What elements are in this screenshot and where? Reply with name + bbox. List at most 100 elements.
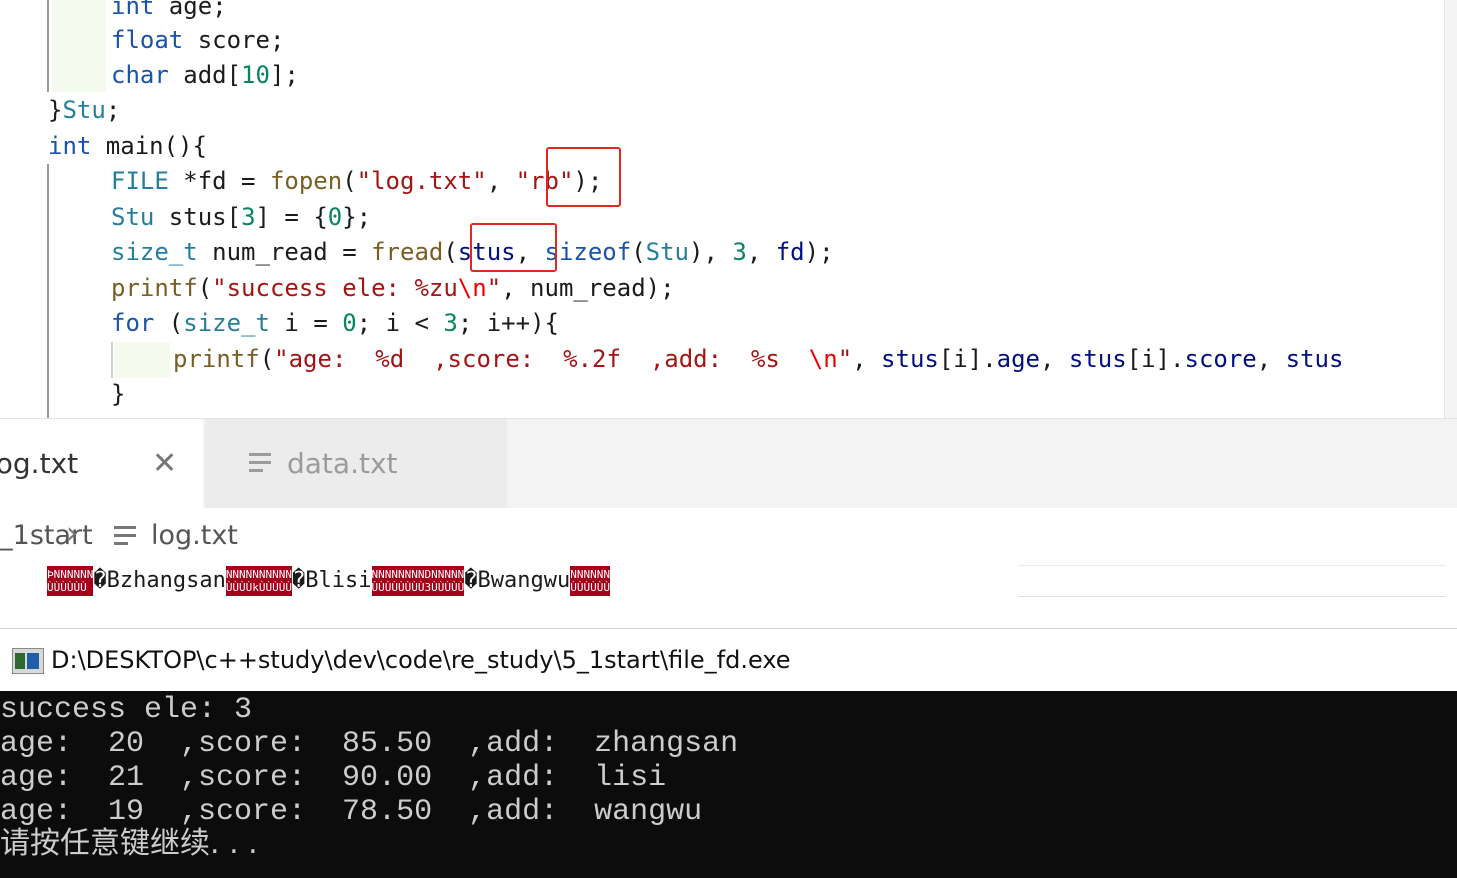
code-token: , num_read);: [501, 274, 675, 302]
code-token: (: [154, 309, 184, 337]
code-token: *fd =: [168, 167, 270, 195]
code-token: (: [443, 238, 458, 266]
divider: [1018, 596, 1446, 597]
code-token: ,: [1256, 345, 1286, 373]
code-token: 3: [241, 203, 256, 231]
close-icon[interactable]: ✕: [152, 419, 177, 509]
code-line: printf("success ele: %zu\n", num_read);: [111, 270, 675, 306]
code-line: float score;: [111, 22, 284, 58]
console-app-icon: [12, 648, 44, 674]
raw-text-segment: �Blisi: [292, 568, 372, 593]
code-token: 3: [732, 238, 747, 266]
code-token: 0: [327, 203, 343, 231]
code-token: [i].: [1126, 345, 1185, 373]
code-token: ,: [746, 238, 776, 266]
code-token: ": [486, 274, 502, 302]
code-token: FILE: [111, 167, 169, 195]
file-lines-icon: [114, 526, 136, 546]
code-token: printf: [111, 274, 198, 302]
control-char-glyphs: NNNNNNNNDNNNNN: [371, 568, 465, 581]
code-token: int: [48, 132, 92, 160]
control-char-glyphs: ÙÙÙÙÙÙÙÙ3ÙÙÙÙÙ: [371, 581, 465, 594]
code-token: num_read =: [197, 238, 372, 266]
code-token: ; i++){: [457, 309, 559, 337]
code-token: }: [48, 96, 63, 124]
code-token: }: [111, 380, 126, 408]
code-token: float: [111, 26, 184, 54]
code-token: stus: [881, 345, 939, 373]
control-char-block: ÞNNNNNN ÙÙÙÙÙÙ: [47, 566, 94, 596]
code-line: printf("age: %d ,score: %.2f ,add: %s \n…: [173, 341, 1343, 377]
code-token: stus[: [154, 203, 242, 231]
console-line: age: 21 ,score: 90.00 ,add: lisi: [0, 761, 667, 795]
code-token: "age: %d ,score: %.2f ,add: %s: [274, 345, 809, 373]
code-token: stus: [1285, 345, 1344, 373]
console-line: success ele: 3: [0, 693, 253, 727]
code-token: (: [197, 274, 213, 302]
code-line: Stu stus[3] = {0};: [111, 199, 371, 235]
code-token: (: [631, 238, 646, 266]
code-token: (: [259, 345, 275, 373]
tab-label: log.txt: [0, 447, 79, 480]
code-token: i =: [269, 309, 343, 337]
control-char-glyphs: NNNNNN: [570, 568, 610, 581]
code-token: 10: [241, 61, 270, 89]
code-editor[interactable]: int age; float score; char add[10]; }Stu…: [0, 0, 1457, 418]
tab-log-txt[interactable]: log.txt ✕: [0, 419, 203, 509]
editor-scrollbar[interactable]: [1444, 0, 1457, 418]
code-token: (: [342, 167, 357, 195]
code-token: age;: [154, 0, 227, 20]
indent-guide: [111, 342, 113, 378]
code-token: "log.txt": [356, 167, 487, 195]
indent-highlight: [52, 0, 106, 92]
tab-data-txt[interactable]: data.txt: [205, 419, 507, 509]
raw-text-segment: �Bwangwu: [464, 568, 571, 593]
console-line: 请按任意键继续. . .: [0, 826, 258, 861]
code-token: Stu: [111, 203, 155, 231]
code-token: fd: [775, 238, 805, 266]
code-line: int age;: [111, 0, 227, 24]
code-token: ;: [105, 96, 121, 124]
code-token: [i].: [938, 345, 997, 373]
code-token: stus: [1068, 345, 1127, 373]
breadcrumb-file[interactable]: log.txt: [151, 520, 238, 551]
console-output[interactable]: success ele: 3 age: 20 ,score: 85.50 ,ad…: [0, 691, 1457, 878]
code-token: sizeof: [544, 238, 632, 266]
control-char-block: NNNNNNNNNN ÙÙÙÙkÙÙÙÙÙ: [225, 566, 293, 596]
code-line: }Stu;: [48, 92, 120, 128]
code-token: ,: [852, 345, 882, 373]
code-token: 3: [443, 309, 458, 337]
control-char-block: NNNNNNNNDNNNNN ÙÙÙÙÙÙÙÙ3ÙÙÙÙÙ: [371, 566, 465, 596]
control-char-glyphs: ÙÙÙÙÙÙ: [47, 581, 87, 594]
code-token: Stu: [62, 96, 106, 124]
console-titlebar: D:\DESKTOP\c++study\dev\code\re_study\5_…: [0, 628, 1457, 692]
raw-text-segment: �Bzhangsan: [93, 568, 226, 593]
highlight-box-stus: [470, 223, 557, 272]
code-token: score: [1184, 345, 1257, 373]
control-char-glyphs: NNNNNNNNNN: [225, 568, 293, 581]
code-token: \n: [808, 345, 838, 373]
indent-highlight: [114, 342, 170, 378]
tab-label: data.txt: [287, 447, 398, 480]
code-token: ] = {: [255, 203, 328, 231]
code-token: \n: [457, 274, 487, 302]
code-token: add[: [168, 61, 242, 89]
console-line: age: 20 ,score: 85.50 ,add: zhangsan: [0, 727, 739, 761]
indent-guide: [47, 164, 49, 418]
console-title: D:\DESKTOP\c++study\dev\code\re_study\5_…: [51, 646, 791, 674]
code-token: int: [111, 0, 155, 20]
raw-file-content[interactable]: ÞNNNNNN ÙÙÙÙÙÙ �Bzhangsan NNNNNNNNNN ÙÙÙÙkÙÙ…: [47, 565, 610, 597]
divider: [1018, 565, 1446, 566]
code-token: fopen: [269, 167, 343, 195]
file-lines-icon: [249, 453, 271, 473]
code-token: "success ele: %zu: [212, 274, 458, 302]
code-line: FILE *fd = fopen("log.txt", "rb");: [111, 163, 602, 199]
breadcrumb-folder[interactable]: 5_1start: [0, 520, 93, 551]
code-token: };: [342, 203, 372, 231]
code-token: ": [837, 345, 853, 373]
code-token: score;: [183, 26, 285, 54]
code-token: ];: [269, 61, 299, 89]
code-token: fread: [371, 238, 444, 266]
code-token: char: [111, 61, 169, 89]
code-token: printf: [173, 345, 260, 373]
